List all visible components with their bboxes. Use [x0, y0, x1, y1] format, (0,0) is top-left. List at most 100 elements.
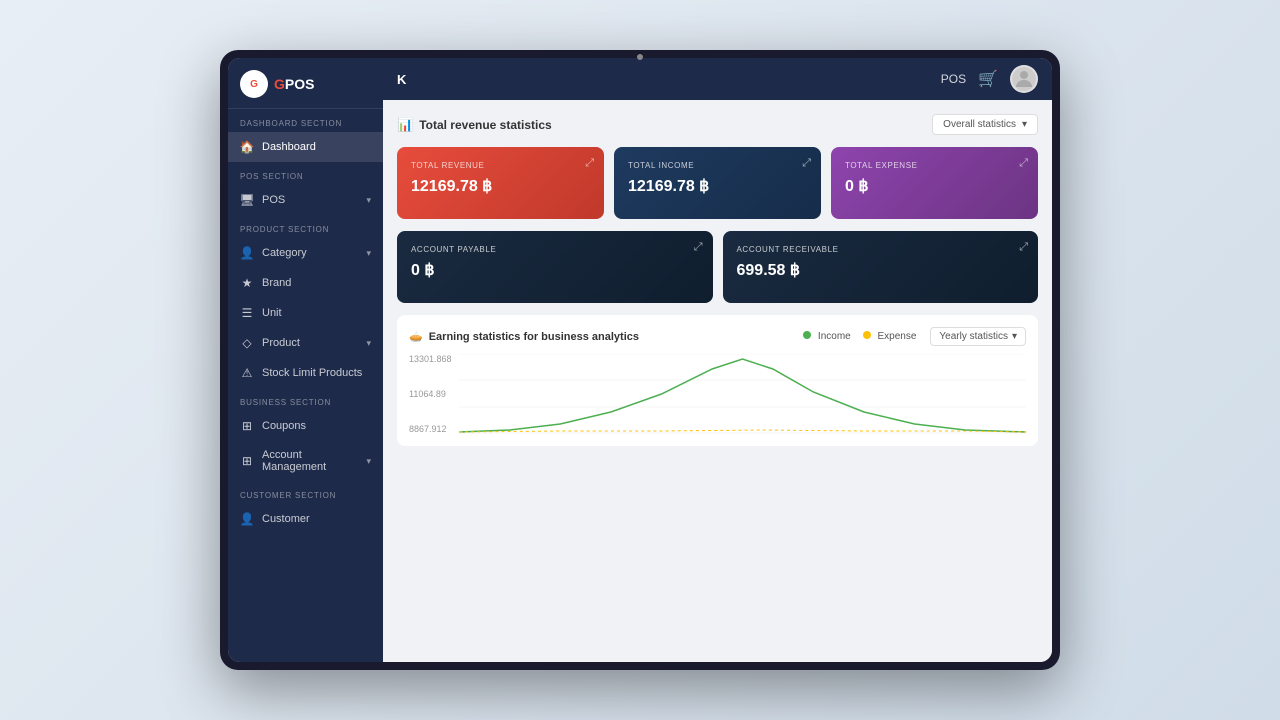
chevron-down-icon: ▾	[366, 248, 371, 259]
sidebar-item-label: Dashboard	[262, 141, 316, 153]
chart-svg	[459, 354, 1026, 434]
product-icon: ◇	[240, 336, 254, 350]
sidebar: G GPOS DASHBOARD SECTION 🏠 Dashboard POS…	[228, 58, 383, 662]
brand-icon: ★	[240, 276, 254, 290]
category-icon: 👤	[240, 246, 254, 260]
chart-header: 🥧 Earning statistics for business analyt…	[409, 327, 1026, 346]
chart-title: 🥧 Earning statistics for business analyt…	[409, 330, 639, 343]
section-label-product: PRODUCT SECTION	[228, 215, 383, 238]
bottom-cards-row: ACCOUNT PAYABLE 0 ฿ ⤢ ACCOUNT RECEIVABLE…	[397, 231, 1038, 303]
stats-title-text: Total revenue statistics	[419, 118, 552, 132]
card-label: TOTAL REVENUE	[411, 161, 590, 170]
chart-area: 13301.868 11064.89 8867.912	[409, 354, 1026, 434]
expand-icon[interactable]: ⤢	[802, 157, 811, 170]
section-label-pos: POS SECTION	[228, 162, 383, 185]
chart-dropdown[interactable]: Yearly statistics ▾	[930, 327, 1026, 346]
card-label: TOTAL INCOME	[628, 161, 807, 170]
section-label-customer: CUSTOMER SECTION	[228, 481, 383, 504]
expand-icon[interactable]: ⤢	[585, 157, 594, 170]
chart-canvas	[459, 354, 1026, 434]
card-total-expense: TOTAL EXPENSE 0 ฿ ⤢	[831, 147, 1038, 219]
card-label: ACCOUNT PAYABLE	[411, 245, 699, 254]
sidebar-item-label: POS	[262, 194, 285, 206]
sidebar-item-dashboard[interactable]: 🏠 Dashboard	[228, 132, 383, 162]
sidebar-item-label: Account Management	[262, 449, 358, 473]
card-value: 0 ฿	[411, 260, 699, 280]
chevron-down-icon: ▾	[366, 195, 371, 206]
topbar-k-label[interactable]: K	[397, 72, 406, 87]
expand-icon[interactable]: ⤢	[694, 241, 703, 254]
section-label-dashboard: DASHBOARD SECTION	[228, 109, 383, 132]
monitor-screen: G GPOS DASHBOARD SECTION 🏠 Dashboard POS…	[228, 58, 1052, 662]
stats-title: 📊 Total revenue statistics	[397, 117, 552, 133]
chevron-down-icon: ▾	[1012, 331, 1017, 342]
chart-section: 🥧 Earning statistics for business analyt…	[397, 315, 1038, 446]
chart-dropdown-label: Yearly statistics	[939, 331, 1008, 342]
chart-icon: 🥧	[409, 330, 423, 343]
sidebar-item-account-management[interactable]: ⊞ Account Management ▾	[228, 441, 383, 481]
sidebar-item-label: Coupons	[262, 420, 306, 432]
income-dot	[803, 331, 811, 339]
coupons-icon: ⊞	[240, 419, 254, 433]
sidebar-item-label: Stock Limit Products	[262, 367, 362, 379]
chart-title-text: Earning statistics for business analytic…	[429, 331, 639, 343]
sidebar-item-customer[interactable]: 👤 Customer	[228, 504, 383, 534]
sidebar-item-label: Product	[262, 337, 300, 349]
stats-dropdown-label: Overall statistics	[943, 119, 1016, 130]
y-label: 8867.912	[409, 424, 454, 434]
sidebar-item-pos[interactable]: 🖥 POS ▾	[228, 185, 383, 215]
stats-dropdown[interactable]: Overall statistics ▾	[932, 114, 1038, 135]
sidebar-item-coupons[interactable]: ⊞ Coupons	[228, 411, 383, 441]
sidebar-item-category[interactable]: 👤 Category ▾	[228, 238, 383, 268]
stock-limit-icon: ⚠	[240, 366, 254, 380]
card-account-receivable: ACCOUNT RECEIVABLE 699.58 ฿ ⤢	[723, 231, 1039, 303]
customer-icon: 👤	[240, 512, 254, 526]
unit-icon: ☰	[240, 306, 254, 320]
legend-expense: Expense	[863, 331, 917, 342]
card-value: 12169.78 ฿	[411, 176, 590, 196]
chart-y-labels: 13301.868 11064.89 8867.912	[409, 354, 454, 434]
sidebar-item-product[interactable]: ◇ Product ▾	[228, 328, 383, 358]
top-cards-row: TOTAL REVENUE 12169.78 ฿ ⤢ TOTAL INCOME …	[397, 147, 1038, 219]
dashboard-icon: 🏠	[240, 140, 254, 154]
card-label: ACCOUNT RECEIVABLE	[737, 245, 1025, 254]
sidebar-item-label: Customer	[262, 513, 310, 525]
sidebar-item-unit[interactable]: ☰ Unit	[228, 298, 383, 328]
card-value: 699.58 ฿	[737, 260, 1025, 280]
chevron-down-icon: ▾	[366, 456, 371, 467]
chart-legend: Income Expense	[803, 331, 916, 342]
topbar: K POS 🛒	[383, 58, 1052, 100]
chevron-down-icon: ▾	[366, 338, 371, 349]
card-value: 0 ฿	[845, 176, 1024, 196]
sidebar-item-label: Unit	[262, 307, 282, 319]
monitor-dot	[637, 54, 643, 60]
topbar-right: POS 🛒	[941, 65, 1038, 93]
legend-income: Income	[803, 331, 851, 342]
sidebar-item-label: Category	[262, 247, 307, 259]
card-label: TOTAL EXPENSE	[845, 161, 1024, 170]
monitor-frame: G GPOS DASHBOARD SECTION 🏠 Dashboard POS…	[220, 50, 1060, 670]
sidebar-item-label: Brand	[262, 277, 291, 289]
chevron-down-icon: ▾	[1022, 119, 1027, 130]
expand-icon[interactable]: ⤢	[1019, 157, 1028, 170]
topbar-pos-label: POS	[941, 72, 966, 86]
expense-dot	[863, 331, 871, 339]
sidebar-item-stock-limit[interactable]: ⚠ Stock Limit Products	[228, 358, 383, 388]
expand-icon[interactable]: ⤢	[1019, 241, 1028, 254]
stats-header: 📊 Total revenue statistics Overall stati…	[397, 114, 1038, 135]
account-management-icon: ⊞	[240, 454, 254, 468]
bar-chart-icon: 📊	[397, 117, 413, 133]
card-total-income: TOTAL INCOME 12169.78 ฿ ⤢	[614, 147, 821, 219]
cart-icon[interactable]: 🛒	[978, 69, 998, 89]
card-total-revenue: TOTAL REVENUE 12169.78 ฿ ⤢	[397, 147, 604, 219]
card-account-payable: ACCOUNT PAYABLE 0 ฿ ⤢	[397, 231, 713, 303]
section-label-business: BUSINESS SECTION	[228, 388, 383, 411]
card-value: 12169.78 ฿	[628, 176, 807, 196]
sidebar-item-brand[interactable]: ★ Brand	[228, 268, 383, 298]
logo-text: GPOS	[274, 76, 314, 92]
pos-icon: 🖥	[240, 193, 254, 207]
sidebar-logo: G GPOS	[228, 58, 383, 109]
logo-icon: G	[240, 70, 268, 98]
y-label: 13301.868	[409, 354, 454, 364]
avatar[interactable]	[1010, 65, 1038, 93]
